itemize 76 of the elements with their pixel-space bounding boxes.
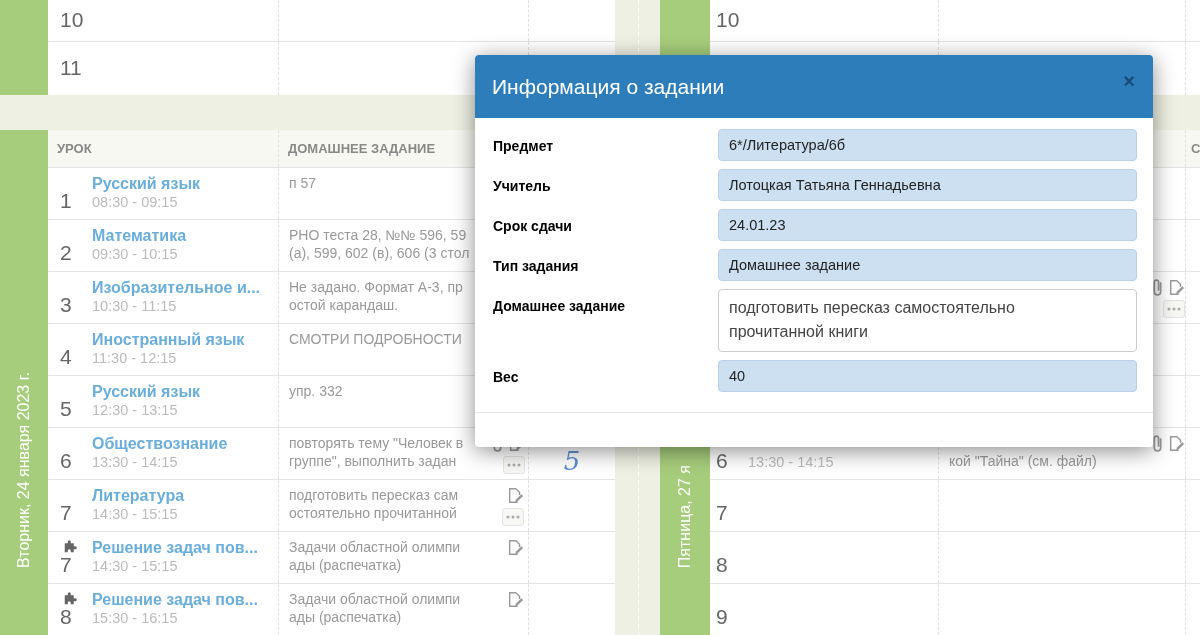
readonly-field[interactable]: 24.01.23	[718, 209, 1137, 241]
document-pencil-icon[interactable]	[507, 590, 524, 609]
homework-text: повторять тему "Человек в группе", выполнить задан	[289, 434, 465, 471]
day-date: Пятница, 27 я	[676, 464, 694, 568]
lesson-time: 12:30 - 13:15	[92, 402, 179, 419]
more-button[interactable]	[503, 456, 525, 474]
day-date: Вторник, 24 января 2023 г.	[15, 372, 33, 568]
lesson-time: 11:30 - 12:15	[92, 350, 178, 367]
field-label: Срок сдачи	[493, 217, 573, 234]
lesson-number: 7	[60, 501, 72, 525]
document-pencil-icon[interactable]	[1168, 278, 1185, 297]
lesson-time: 09:30 - 10:15	[92, 246, 179, 263]
readonly-field[interactable]: 6*/Литература/6б	[718, 129, 1137, 161]
homework-text: Не задано. Формат А-3, пр остой карандаш.	[289, 278, 464, 315]
homework-text: упр. 332	[289, 382, 344, 401]
lesson-number: 5	[60, 397, 72, 421]
ellipsis-icon	[506, 515, 520, 519]
lesson-number: 8	[60, 605, 72, 629]
lesson-number: 2	[60, 241, 72, 265]
field-label: Учитель	[493, 177, 552, 194]
ellipsis-icon	[1167, 307, 1181, 311]
lesson-link[interactable]: Решение задач пов...	[92, 538, 258, 558]
lesson-number: 7	[60, 553, 72, 577]
readonly-field[interactable]: 40	[718, 360, 1137, 392]
homework-text: Задачи областной олимпи ады (распечатка)	[289, 590, 462, 627]
document-pencil-icon[interactable]	[507, 538, 524, 557]
homework-text: РНО теста 28, №№ 596, 59 (а), 599, 602 (в), 606 (3 стол	[289, 226, 471, 263]
homework-text: подготовить пересказ сам остоятельно прочитанной	[289, 486, 460, 523]
column-header: ДОМАШНЕЕ ЗАДАНИЕ	[288, 141, 436, 156]
homework-text: п 57	[289, 174, 318, 193]
lesson-number: 10	[716, 7, 740, 32]
lesson-time: 15:30 - 16:15	[92, 610, 179, 627]
field-label: Предмет	[493, 137, 555, 154]
dialog-title: Информация о задании	[492, 74, 725, 99]
homework-text: СМОТРИ ПОДРОБНОСТИ	[289, 330, 463, 349]
lesson-link[interactable]: Решение задач пов...	[92, 590, 258, 610]
field-label: Домашнее задание	[493, 297, 627, 314]
lesson-number: 1	[60, 189, 72, 213]
lesson-link[interactable]: Русский язык	[92, 174, 201, 194]
readonly-field[interactable]: Домашнее задание	[718, 249, 1137, 281]
close-button[interactable]: ×	[1123, 70, 1135, 93]
lesson-time: 14:30 - 15:15	[92, 558, 179, 575]
lesson-link[interactable]: Изобразительное и...	[92, 278, 261, 298]
lesson-link[interactable]: Иностранный язык	[92, 330, 245, 350]
grade-mark: 5	[563, 447, 581, 475]
lesson-number: 3	[60, 293, 72, 317]
homework-text: Задачи областной олимпи ады (распечатка)	[289, 538, 462, 575]
lesson-time: 13:30 - 14:15	[748, 454, 834, 471]
document-pencil-icon[interactable]	[1168, 434, 1185, 453]
lesson-link[interactable]: Математика	[92, 226, 187, 246]
lesson-number: 11	[60, 55, 82, 80]
column-header: УРОК	[57, 141, 92, 156]
readonly-field[interactable]: Лотоцкая Татьяна Геннадьевна	[718, 169, 1137, 201]
lesson-number: 10	[60, 7, 84, 32]
more-button[interactable]	[1163, 300, 1185, 318]
document-pencil-icon[interactable]	[507, 486, 524, 505]
lesson-link[interactable]: Обществознание	[92, 434, 228, 454]
column-header: С	[1191, 141, 1200, 156]
lesson-link[interactable]: Русский язык	[92, 382, 201, 402]
field-label: Вес	[493, 368, 520, 385]
text-area[interactable]: подготовить пересказ самостоятельно прочитанной книги	[718, 289, 1137, 352]
lesson-time: 10:30 - 11:15	[92, 298, 178, 315]
lesson-number: 6	[716, 449, 728, 473]
field-label: Тип задания	[493, 257, 580, 274]
lesson-time: 14:30 - 15:15	[92, 506, 179, 523]
lesson-number: 4	[60, 345, 72, 369]
lesson-number: 6	[60, 449, 72, 473]
lesson-number: 7	[716, 501, 728, 525]
lesson-time: 08:30 - 09:15	[92, 194, 179, 211]
lesson-time: 13:30 - 14:15	[92, 454, 179, 471]
lesson-link[interactable]: Литература	[92, 486, 185, 506]
lesson-number: 9	[716, 605, 728, 629]
homework-text: кой "Тайна" (см. файл)	[949, 452, 1098, 471]
lesson-number: 8	[716, 553, 728, 577]
ellipsis-icon	[507, 463, 521, 467]
more-button[interactable]	[502, 508, 524, 526]
